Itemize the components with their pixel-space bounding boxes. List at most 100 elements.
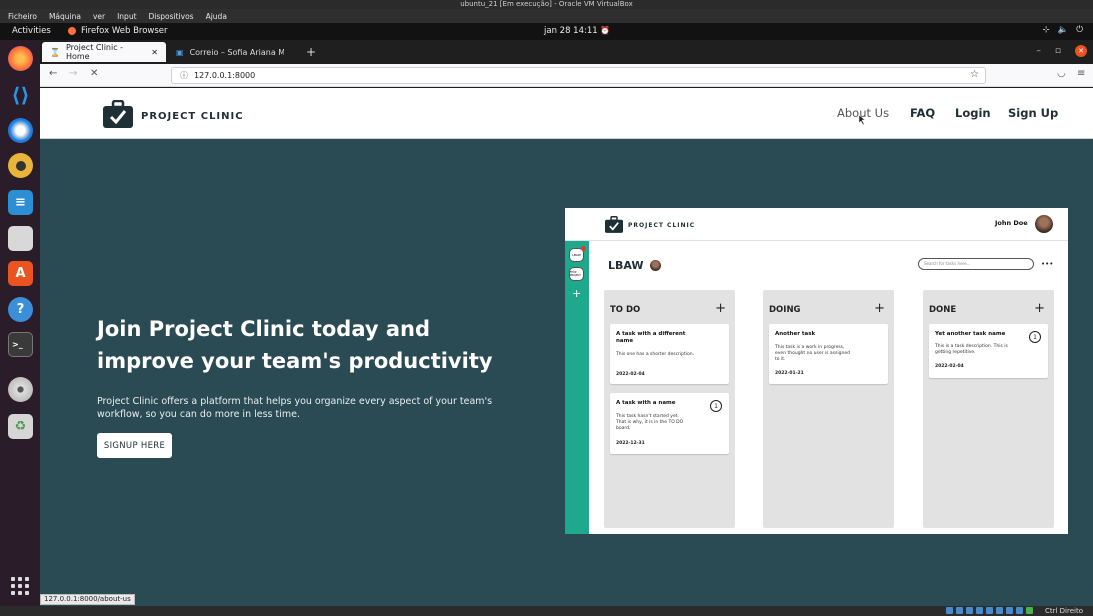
usb-icon[interactable] — [986, 607, 993, 614]
menu-icon[interactable]: ≡ — [1077, 68, 1085, 79]
page-viewport: PROJECT CLINIC About Us FAQ Login Sign U… — [40, 88, 1093, 606]
task-description: This task is a work in progress, even th… — [775, 345, 850, 362]
task-date: 2022-01-21 — [775, 371, 804, 376]
task-description: This one has a shorter description. — [616, 352, 695, 357]
close-window-icon[interactable]: ✕ — [1075, 45, 1087, 57]
column-title: TO DO — [610, 305, 641, 315]
avatar — [650, 260, 661, 271]
help-icon[interactable]: ? — [8, 297, 33, 322]
files-icon[interactable] — [8, 226, 33, 251]
task-card: Yet another task name 1 This is a task d… — [929, 324, 1048, 378]
tab-label: Correio – Sofia Ariana Mo — [189, 47, 284, 57]
add-project-icon: + — [572, 287, 582, 300]
vscode-icon[interactable]: ⟨⟩ — [8, 82, 33, 107]
preview-header: PROJECT CLINIC John Doe — [565, 208, 1068, 241]
stop-loading-icon[interactable]: ✕ — [90, 68, 98, 79]
task-title: Another task — [775, 331, 816, 337]
signup-here-button[interactable]: SIGNUP HERE — [97, 433, 172, 458]
preview-search-input: Search for tasks here... — [918, 258, 1034, 270]
assignee-count-badge: 1 — [710, 400, 722, 412]
network-icon: ⊹ — [1042, 25, 1050, 35]
window-controls: – ▫ ✕ — [1036, 45, 1087, 57]
nav-sign-up[interactable]: Sign Up — [1008, 106, 1058, 120]
site-brand[interactable]: PROJECT CLINIC — [141, 111, 244, 122]
app-menu[interactable]: Firefox Web Browser — [68, 26, 168, 36]
ubuntu-dock: ⟨⟩ ≡ A ? >_ ♻ — [0, 40, 40, 606]
sidebar-label: LBAW — [572, 253, 581, 257]
task-title: A task with a different name — [616, 331, 686, 344]
vbox-menu-view[interactable]: ver — [93, 12, 105, 21]
network-icon[interactable] — [976, 607, 983, 614]
sidebar-project-feup: FEUP PROJECT — [569, 267, 584, 281]
board-column-doing: DOING + Another task This task is a work… — [763, 290, 894, 528]
show-apps-icon[interactable] — [11, 577, 29, 595]
hdd-icon[interactable] — [946, 607, 953, 614]
virtualbox-status-bar: Ctrl Direito — [0, 606, 1093, 616]
tab-correio[interactable]: ▣ Correio – Sofia Ariana Mo — [168, 42, 292, 62]
preview-project-title: LBAW — [608, 259, 644, 272]
briefcase-check-icon[interactable] — [103, 100, 133, 128]
forward-icon[interactable]: → — [69, 68, 77, 79]
pocket-icon[interactable]: ◡ — [1057, 68, 1066, 79]
audio-icon[interactable] — [966, 607, 973, 614]
firefox-icon[interactable] — [8, 46, 33, 71]
system-tray[interactable]: ⊹ 🔈 ⏻ — [1043, 25, 1083, 35]
activities-button[interactable]: Activities — [12, 26, 51, 36]
terminal-icon[interactable]: >_ — [8, 332, 33, 357]
minimize-icon[interactable]: – — [1036, 46, 1041, 56]
hero-heading: Join Project Clinic today and improve yo… — [97, 317, 493, 373]
libreoffice-writer-icon[interactable]: ≡ — [8, 190, 33, 215]
app-preview-image: PROJECT CLINIC John Doe LBAW FEUP PROJEC… — [565, 208, 1068, 534]
sidebar-label: FEUP PROJECT — [570, 271, 581, 277]
new-tab-button[interactable]: + — [298, 42, 324, 62]
link-status-url: 127.0.0.1:8000/about-us — [40, 594, 135, 605]
nav-login[interactable]: Login — [955, 106, 991, 120]
assignee-count-badge: 1 — [1029, 331, 1041, 343]
nav-faq[interactable]: FAQ — [910, 106, 935, 120]
alarm-icon: ⏰ — [600, 26, 610, 35]
mouse-integration-icon[interactable] — [1026, 607, 1033, 614]
close-tab-icon[interactable]: ✕ — [151, 48, 158, 57]
thunderbird-icon[interactable] — [8, 118, 33, 143]
url-text: 127.0.0.1:8000 — [194, 71, 256, 80]
tab-project-clinic[interactable]: ⌛ Project Clinic - Home ✕ — [42, 42, 166, 62]
volume-icon: 🔈 — [1057, 25, 1069, 35]
recording-icon[interactable] — [1016, 607, 1023, 614]
back-icon[interactable]: ← — [49, 68, 57, 79]
column-title: DOING — [769, 305, 801, 315]
shared-folder-icon[interactable] — [996, 607, 1003, 614]
disc-icon[interactable] — [8, 377, 33, 402]
app-menu-label: Firefox Web Browser — [81, 26, 168, 36]
site-header: PROJECT CLINIC About Us FAQ Login Sign U… — [40, 88, 1093, 139]
vbox-menu-machine[interactable]: Máquina — [49, 12, 81, 21]
clock[interactable]: jan 28 14:11 — [544, 26, 598, 36]
software-center-icon[interactable]: A — [8, 261, 33, 286]
task-date: 2022-02-04 — [935, 364, 964, 369]
mouse-cursor-icon — [859, 115, 866, 125]
task-description: This task hasn't started yet. That is wh… — [616, 414, 684, 431]
vbox-menu-input[interactable]: Input — [117, 12, 136, 21]
task-card: A task with a name 1 This task hasn't st… — [610, 393, 729, 454]
preview-user-name: John Doe — [995, 219, 1028, 227]
optical-icon[interactable] — [956, 607, 963, 614]
preview-sidebar: LBAW FEUP PROJECT + — [565, 241, 589, 534]
more-options-icon: ••• — [1041, 260, 1054, 268]
task-card: Another task This task is a work in prog… — [769, 324, 888, 384]
rhythmbox-icon[interactable] — [8, 153, 33, 178]
host-key-label: Ctrl Direito — [1044, 607, 1083, 615]
url-bar[interactable]: ⓘ 127.0.0.1:8000 ☆ — [171, 67, 986, 84]
task-card: A task with a different name This one ha… — [610, 324, 729, 384]
bookmark-star-icon[interactable]: ☆ — [970, 69, 979, 80]
add-task-icon: + — [715, 301, 726, 316]
vbox-menu-file[interactable]: Ficheiro — [8, 12, 37, 21]
maximize-icon[interactable]: ▫ — [1055, 46, 1061, 56]
trash-icon[interactable]: ♻ — [8, 414, 33, 439]
vbox-menu-devices[interactable]: Dispositivos — [149, 12, 194, 21]
task-date: 2022-12-31 — [616, 441, 645, 446]
board-column-todo: TO DO + A task with a different name Thi… — [604, 290, 735, 528]
virtualbox-menu: Ficheiro Máquina ver Input Dispositivos … — [0, 9, 1093, 23]
display-icon[interactable] — [1006, 607, 1013, 614]
vbox-menu-help[interactable]: Ajuda — [206, 12, 227, 21]
firefox-small-icon — [68, 27, 76, 35]
virtualbox-title: ubuntu_21 [Em execução] - Oracle VM Virt… — [0, 0, 1093, 9]
